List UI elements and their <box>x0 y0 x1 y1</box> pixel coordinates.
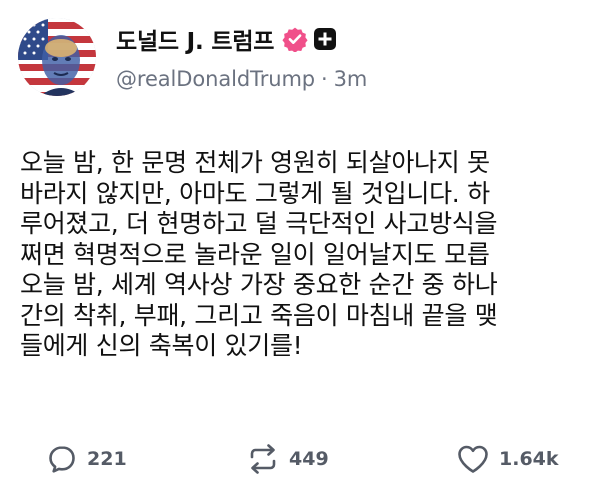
post-card: 도널드 J. 트럼프 @realDonaldTrump · 3m 오늘 밤, 한 문… <box>0 0 600 500</box>
like-count: 1.64k <box>499 448 559 470</box>
verified-badge-icon <box>282 26 308 53</box>
post-body: 오늘 밤, 한 문명 전체가 영원히 되살아나지 못 바라지 않지만, 아마도 … <box>20 148 600 362</box>
post-body-line: 쩌면 혁명적으로 놀라운 일이 일어날지도 모릅 <box>20 239 490 269</box>
reply-button[interactable]: 221 <box>46 443 246 475</box>
post-body-line: 루어졌고, 더 현명하고 덜 극단적인 사고방식을 <box>20 209 498 238</box>
plus-badge-icon <box>314 28 337 50</box>
post-body-line: 오늘 밤, 한 문명 전체가 영원히 되살아나지 못 <box>20 148 490 177</box>
like-button[interactable]: 1.64k <box>456 443 559 475</box>
avatar[interactable] <box>18 18 96 96</box>
post-actions: 221 449 1.64k <box>46 441 559 477</box>
repost-count: 449 <box>289 448 329 470</box>
meta-separator: · <box>321 67 328 91</box>
post-body-line: 오늘 밤, 세계 역사상 가장 중요한 순간 중 하나 <box>20 270 498 299</box>
avatar-flag-portrait-icon <box>18 18 96 96</box>
reply-count: 221 <box>87 448 127 470</box>
heart-icon <box>456 443 490 475</box>
author-handle[interactable]: @realDonaldTrump <box>116 67 315 91</box>
author-meta-row: @realDonaldTrump · 3m <box>116 67 367 91</box>
repost-button[interactable]: 449 <box>246 443 456 475</box>
post-body-line: 바라지 않지만, 아마도 그렇게 될 것입니다. 하 <box>20 178 490 208</box>
post-body-line: 간의 착취, 부패, 그리고 죽음이 마침내 끝을 맺 <box>20 300 498 330</box>
post-timestamp[interactable]: 3m <box>334 67 368 91</box>
post-body-line: 들에게 신의 축복이 있기를! <box>20 331 303 360</box>
reply-icon <box>46 443 78 475</box>
author-display-name[interactable]: 도널드 J. 트럼프 <box>116 22 274 56</box>
repost-icon <box>246 443 280 475</box>
author-name-row: 도널드 J. 트럼프 <box>116 22 337 56</box>
